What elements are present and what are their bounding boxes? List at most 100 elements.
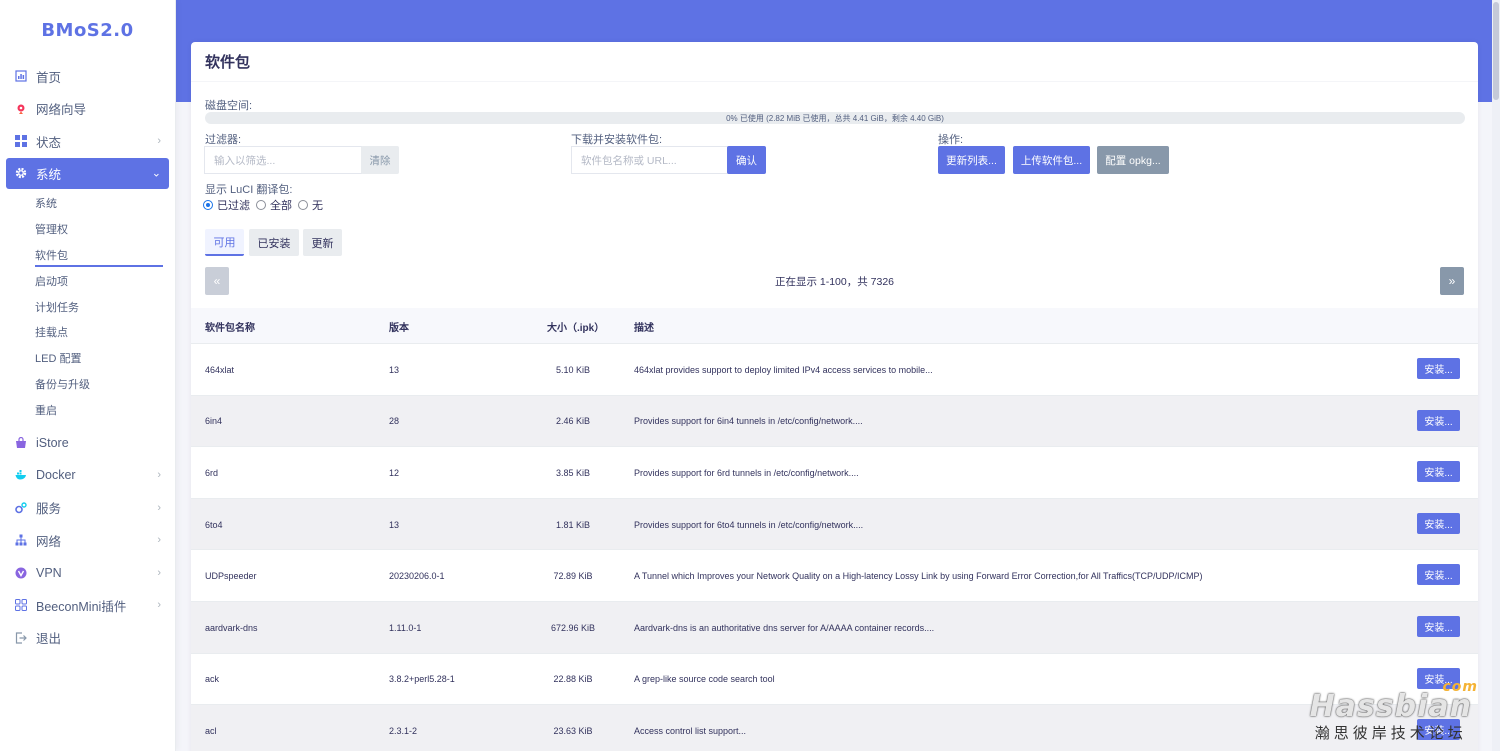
package-size: 3.85 KiB: [555, 467, 591, 478]
sidebar-item-docker[interactable]: Docker ›: [0, 459, 175, 492]
docker-icon: [15, 469, 27, 481]
pager-info: 正在显示 1-100，共 7326: [774, 276, 895, 288]
package-name: ack: [205, 674, 220, 685]
wizard-icon: [15, 103, 27, 115]
filter-label: 过滤器:: [205, 134, 242, 146]
packages-card: 软件包 磁盘空间: 0% 已使用 (2.82 MiB 已使用，总共 4.41 G…: [191, 42, 1478, 751]
submenu-item-crontab[interactable]: 计划任务: [0, 294, 175, 320]
submenu-item-packages[interactable]: 软件包: [0, 242, 175, 268]
scrollbar-thumb[interactable]: [1493, 2, 1499, 100]
sidebar-item-home[interactable]: 首页: [0, 60, 175, 93]
sidebar-item-label: 网络向导: [36, 103, 87, 118]
radio-all[interactable]: [256, 200, 266, 210]
store-icon: [15, 436, 27, 449]
radio-filtered-label: 已过滤: [217, 200, 250, 212]
brand-logo[interactable]: BMoS2.0: [0, 0, 175, 60]
radio-none-label: 无: [312, 200, 323, 212]
update-lists-button[interactable]: 更新列表...: [938, 146, 1005, 174]
sidebar-item-beeconmini[interactable]: BeeconMini插件 ›: [0, 589, 175, 622]
sidebar: BMoS2.0 首页 网络向导 状态 › 系统 ⌄ 系统 管理权 软件包 启动项…: [0, 0, 176, 751]
package-description: Provides support for 6rd tunnels in /etc…: [634, 467, 859, 478]
install-button[interactable]: 安装...: [1417, 409, 1460, 431]
tab-installed[interactable]: 已安装: [249, 229, 299, 256]
package-description: Aardvark-dns is an authoritative dns ser…: [634, 622, 935, 633]
sidebar-item-network[interactable]: 网络 ›: [0, 524, 175, 557]
package-version: 3.8.2+perl5.28-1: [389, 674, 455, 685]
sidebar-item-label: BeeconMini插件: [36, 599, 127, 614]
actions-label: 操作:: [938, 134, 964, 146]
disk-usage-text: 0% 已使用 (2.82 MiB 已使用，总共 4.41 GiB，剩余 4.40…: [726, 113, 944, 123]
page-scrollbar[interactable]: [1492, 0, 1500, 751]
package-name: 6rd: [205, 467, 219, 478]
gear-icon: [15, 167, 27, 179]
submenu-item-admin[interactable]: 管理权: [0, 216, 175, 242]
submenu-item-led[interactable]: LED 配置: [0, 345, 175, 371]
confirm-install-button[interactable]: 确认: [727, 146, 766, 174]
sidebar-item-label: 系统: [36, 167, 62, 182]
package-description: Access control list support...: [634, 725, 747, 736]
sidebar-item-wizard[interactable]: 网络向导: [0, 93, 175, 126]
package-version: 13: [389, 364, 400, 375]
install-button[interactable]: 安装...: [1417, 512, 1460, 534]
install-button[interactable]: 安装...: [1417, 564, 1460, 586]
package-name: aardvark-dns: [205, 622, 258, 633]
clear-filter-button[interactable]: 清除: [361, 146, 399, 174]
package-version: 12: [389, 467, 400, 478]
table-row: 6rd 12 3.85 KiB Provides support for 6rd…: [191, 447, 1478, 499]
sidebar-item-istore[interactable]: iStore: [0, 427, 175, 460]
chevron-right-icon: ›: [157, 599, 161, 612]
table-row: aardvark-dns 1.11.0-1 672.96 KiB Aardvar…: [191, 602, 1478, 654]
submenu-item-system[interactable]: 系统: [0, 191, 175, 217]
package-description: Provides support for 6in4 tunnels in /et…: [634, 416, 863, 427]
col-description: 描述: [634, 322, 654, 334]
radio-none[interactable]: [298, 200, 308, 210]
table-header: 软件包名称 版本 大小（.ipk） 描述: [191, 308, 1478, 344]
package-version: 13: [389, 519, 400, 530]
package-size: 1.81 KiB: [555, 519, 591, 530]
package-version: 28: [389, 416, 400, 427]
tab-available[interactable]: 可用: [205, 229, 244, 256]
package-size: 672.96 KiB: [550, 622, 596, 633]
package-size: 5.10 KiB: [555, 364, 591, 375]
configure-opkg-button[interactable]: 配置 opkg...: [1097, 146, 1169, 174]
tab-updates[interactable]: 更新: [303, 229, 342, 256]
package-size: 2.46 KiB: [555, 416, 591, 427]
table-row: 6to4 13 1.81 KiB Provides support for 6t…: [191, 498, 1478, 551]
dashboard-icon: [15, 70, 27, 82]
package-version: 2.3.1-2: [389, 725, 418, 736]
sidebar-item-vpn[interactable]: VPN ›: [0, 557, 175, 590]
sidebar-item-system[interactable]: 系统 ⌄: [6, 157, 169, 189]
page-title: 软件包: [191, 42, 1478, 82]
install-button[interactable]: 安装...: [1417, 616, 1460, 637]
grid-icon: [15, 135, 27, 148]
submenu-item-reboot[interactable]: 重启: [0, 397, 175, 423]
sidebar-item-status[interactable]: 状态 ›: [0, 125, 175, 158]
install-button[interactable]: 安装...: [1417, 719, 1460, 741]
install-button[interactable]: 安装...: [1417, 667, 1460, 689]
system-submenu: 系统 管理权 软件包 启动项 计划任务 挂载点 LED 配置 备份与升级 重启: [0, 189, 175, 427]
sidebar-item-logout[interactable]: 退出: [0, 622, 175, 655]
submenu-item-backup[interactable]: 备份与升级: [0, 371, 175, 397]
filter-input[interactable]: 输入以筛选...: [204, 146, 362, 174]
radio-all-label: 全部: [270, 200, 292, 212]
sidebar-item-label: 首页: [36, 70, 62, 85]
package-url-input[interactable]: 软件包名称或 URL...: [571, 146, 728, 174]
sidebar-item-label: 网络: [36, 534, 62, 549]
col-package-name: 软件包名称: [205, 322, 255, 334]
sidebar-item-label: Docker: [36, 468, 76, 483]
sidebar-item-services[interactable]: 服务 ›: [0, 492, 175, 525]
submenu-item-startup[interactable]: 启动项: [0, 268, 175, 294]
sidebar-item-label: VPN: [36, 565, 62, 580]
sidebar-nav: 首页 网络向导 状态 › 系统 ⌄: [0, 60, 175, 189]
radio-filtered[interactable]: [203, 200, 213, 210]
install-button[interactable]: 安装...: [1417, 358, 1460, 379]
table-row: 464xlat 13 5.10 KiB 464xlat provides sup…: [191, 344, 1478, 396]
submenu-item-mounts[interactable]: 挂载点: [0, 319, 175, 345]
next-page-button[interactable]: »: [1440, 267, 1464, 295]
plugin-icon: [15, 599, 27, 612]
sidebar-item-label: 退出: [36, 632, 62, 647]
install-button[interactable]: 安装...: [1417, 461, 1460, 483]
vpn-icon: [15, 567, 27, 579]
package-size: 72.89 KiB: [553, 571, 593, 582]
upload-package-button[interactable]: 上传软件包...: [1013, 146, 1090, 174]
